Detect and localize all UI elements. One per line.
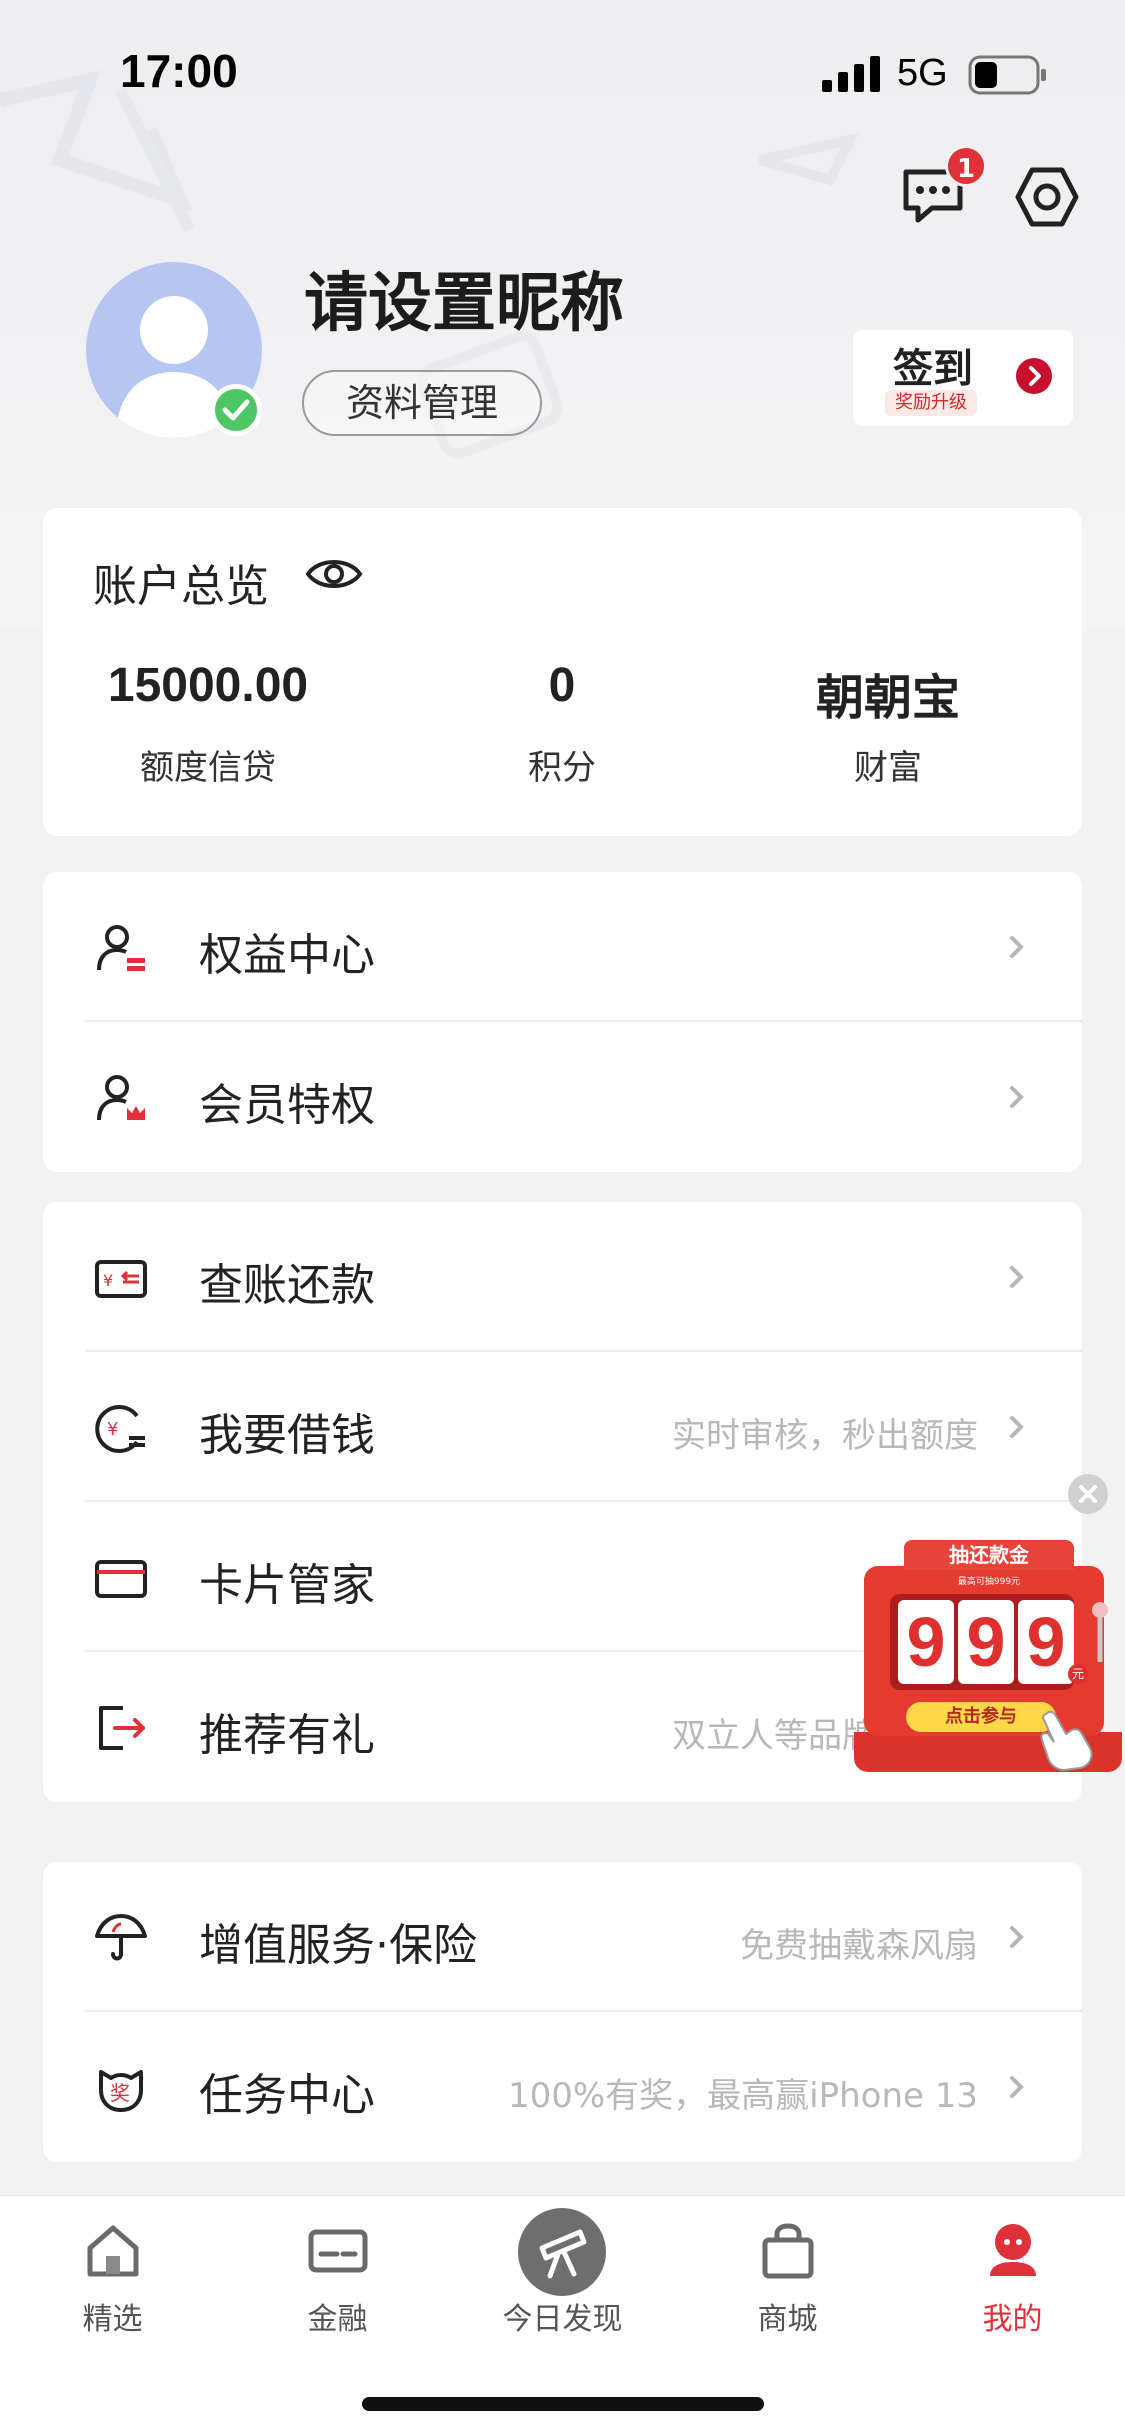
chevron-right-icon xyxy=(1010,2076,1024,2098)
menu-label: 增值服务·保险 xyxy=(199,1920,477,1971)
menu-label: 任务中心 xyxy=(199,2070,375,2121)
chevron-right-icon xyxy=(1010,1926,1024,1948)
stat-label: 额度信贷 xyxy=(140,748,276,788)
stat-credit[interactable]: 15000.00 额度信贷 xyxy=(43,508,373,836)
promo-title: 抽还款金 xyxy=(904,1540,1074,1570)
checkin-button[interactable]: 签到 奖励升级 xyxy=(853,330,1073,426)
promo-slot-machine[interactable]: 抽还款金 最高可抽999元 9 9 9 元 点击参与 xyxy=(854,1536,1122,1772)
menu-item-borrow-money[interactable]: ¥ 我要借钱 实时审核，秒出额度 xyxy=(43,1352,1082,1502)
settings-icon xyxy=(1015,167,1079,227)
umbrella-icon xyxy=(95,1914,147,1961)
tab-label: 精选 xyxy=(82,2302,143,2337)
stat-wealth[interactable]: 朝朝宝 财富 xyxy=(723,508,1053,836)
menu-item-insurance[interactable]: 增值服务·保险 免费抽戴森风扇 xyxy=(43,1862,1082,2012)
slot-lever-icon xyxy=(1092,1602,1108,1662)
svg-text:¥: ¥ xyxy=(103,1271,113,1290)
status-bar: 17:00 5G xyxy=(0,0,1125,140)
reward-badge-icon: 奖 xyxy=(99,2070,143,2112)
card-icon xyxy=(95,1560,147,1598)
message-badge: 1 xyxy=(945,145,987,187)
tab-label: 今日发现 xyxy=(502,2302,623,2337)
promo-close-button[interactable] xyxy=(1068,1474,1108,1514)
promo-digit: 9 xyxy=(1018,1600,1074,1684)
discover-circle xyxy=(518,2208,606,2296)
tab-discover[interactable]: 今日发现 xyxy=(450,2196,675,2356)
tab-mall[interactable]: 商城 xyxy=(675,2196,900,2356)
extra-services-card: 增值服务·保险 免费抽戴森风扇 奖 任务中心 100%有奖，最高赢iPhone … xyxy=(43,1862,1082,2162)
promo-subtitle: 最高可抽999元 xyxy=(957,1577,1021,1587)
checkin-label: 签到 xyxy=(893,346,973,392)
chevron-right-icon xyxy=(1010,1086,1024,1108)
menu-label: 权益中心 xyxy=(199,930,375,981)
settings-button[interactable] xyxy=(1012,162,1082,232)
nickname[interactable]: 请设置昵称 xyxy=(304,252,624,344)
promo-unit: 元 xyxy=(1068,1664,1088,1684)
menu-label: 查账还款 xyxy=(199,1260,375,1311)
home-icon xyxy=(87,2225,139,2277)
menu-item-bill-repayment[interactable]: ¥ 查账还款 xyxy=(43,1202,1082,1352)
stat-value: 15000.00 xyxy=(107,659,309,712)
share-exit-icon xyxy=(99,1706,145,1750)
stat-label: 积分 xyxy=(528,748,596,788)
verified-badge xyxy=(210,384,262,436)
promo-digit: 9 xyxy=(898,1600,954,1684)
chevron-right-icon xyxy=(1010,1266,1024,1288)
borrow-coin-icon: ¥ xyxy=(95,1405,145,1453)
chevron-right-icon xyxy=(1010,936,1024,958)
member-crown-icon xyxy=(97,1075,145,1121)
stat-value: 0 xyxy=(548,659,576,712)
menu-label: 会员特权 xyxy=(199,1080,375,1131)
stat-label: 财富 xyxy=(854,748,922,788)
menu-label: 卡片管家 xyxy=(199,1560,375,1611)
menu-hint: 100%有奖，最高赢iPhone 13 xyxy=(507,2076,978,2116)
battery-icon xyxy=(968,55,1046,95)
menu-hint: 免费抽戴森风扇 xyxy=(740,1926,978,1966)
telescope-icon xyxy=(539,2229,587,2279)
tab-featured[interactable]: 精选 xyxy=(0,2196,225,2356)
account-overview-card: 账户总览 15000.00 额度信贷 0 积分 朝朝宝 财富 xyxy=(43,508,1082,836)
chevron-right-icon xyxy=(1010,1416,1024,1438)
shopping-bag-icon xyxy=(762,2223,814,2279)
user-rights-icon xyxy=(97,925,145,971)
svg-text:奖: 奖 xyxy=(110,2081,130,2105)
menu-item-member-privileges[interactable]: 会员特权 xyxy=(43,1022,1082,1172)
tab-mine[interactable]: 我的 xyxy=(900,2196,1125,2356)
menu-hint: 实时审核，秒出额度 xyxy=(672,1416,978,1456)
rights-card: 权益中心 会员特权 xyxy=(43,872,1082,1172)
promo-digit: 9 xyxy=(958,1600,1014,1684)
home-indicator xyxy=(362,2397,764,2411)
status-time: 17:00 xyxy=(120,45,238,97)
pointer-hand-icon xyxy=(1040,1710,1093,1772)
stat-value: 朝朝宝 xyxy=(815,670,960,726)
profile-manage-button[interactable]: 资料管理 xyxy=(302,370,542,436)
tab-finance[interactable]: 金融 xyxy=(225,2196,450,2356)
menu-label: 我要借钱 xyxy=(199,1410,375,1461)
menu-label: 推荐有礼 xyxy=(199,1710,375,1761)
close-icon xyxy=(1079,1485,1097,1503)
profile-icon xyxy=(990,2224,1036,2276)
signal-icon xyxy=(822,56,880,92)
svg-text:¥: ¥ xyxy=(107,1419,118,1440)
tab-label: 我的 xyxy=(982,2302,1043,2337)
checkin-reward-tag: 奖励升级 xyxy=(885,390,977,416)
card-icon xyxy=(308,2229,368,2273)
bill-repay-icon: ¥ xyxy=(95,1260,147,1298)
stat-points[interactable]: 0 积分 xyxy=(397,508,727,836)
menu-item-rights-center[interactable]: 权益中心 xyxy=(43,872,1082,1022)
network-label: 5G xyxy=(897,52,948,94)
tab-label: 金融 xyxy=(307,2302,368,2337)
menu-item-task-center[interactable]: 奖 任务中心 100%有奖，最高赢iPhone 13 xyxy=(43,2012,1082,2162)
check-icon xyxy=(222,399,250,421)
chevron-right-icon xyxy=(1016,358,1052,394)
tab-label: 商城 xyxy=(757,2302,818,2337)
